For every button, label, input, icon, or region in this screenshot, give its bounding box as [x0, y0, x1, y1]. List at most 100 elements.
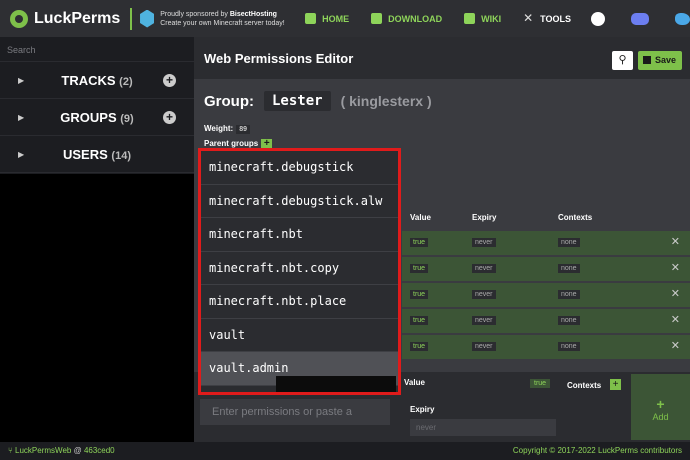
- group-display-name: ( kinglesterx ): [340, 93, 432, 109]
- save-button[interactable]: Save: [638, 51, 682, 70]
- footer: ⑂ LuckPermsWeb @ 463ced0 Copyright © 201…: [0, 442, 690, 460]
- footer-version[interactable]: ⑂ LuckPermsWeb @ 463ced0: [8, 446, 115, 455]
- add-button[interactable]: + Add: [631, 374, 690, 440]
- dropdown-item[interactable]: minecraft.debugstick.alw: [201, 185, 398, 218]
- nav-download-label: DOWNLOAD: [388, 13, 443, 24]
- groups-count: (9): [120, 112, 134, 125]
- add-label: Add: [652, 412, 669, 422]
- value-toggle[interactable]: true: [530, 379, 551, 388]
- sponsor-tagline: Create your own Minecraft server today!: [160, 19, 285, 27]
- expiry-pill[interactable]: never: [472, 238, 496, 247]
- groups-label: GROUPS: [60, 109, 117, 125]
- nav-wiki-label: WIKI: [481, 13, 502, 24]
- delete-row-icon[interactable]: ✕: [671, 339, 680, 352]
- save-icon: [643, 56, 651, 64]
- branch-icon: ⑂: [8, 446, 16, 455]
- dropdown-item[interactable]: minecraft.nbt.copy: [201, 252, 398, 285]
- search-icon: ⚲: [618, 54, 627, 66]
- dropdown-item[interactable]: vault: [201, 319, 398, 352]
- brand[interactable]: LuckPerms: [10, 9, 121, 28]
- sidebar-item-users[interactable]: ▶ USERS (14): [0, 136, 194, 173]
- group-label: Group:: [204, 92, 254, 110]
- add-group-plus-icon[interactable]: +: [163, 110, 176, 124]
- value-pill[interactable]: true: [410, 316, 429, 325]
- column-contexts[interactable]: Contexts: [558, 213, 592, 222]
- editor-title: Web Permissions Editor: [204, 51, 354, 66]
- expiry-pill[interactable]: never: [472, 264, 496, 273]
- expiry-pill[interactable]: never: [472, 316, 496, 325]
- nav-wiki[interactable]: WIKI: [464, 13, 501, 24]
- parent-groups-label: Parent groups: [204, 139, 259, 148]
- delete-row-icon[interactable]: ✕: [671, 261, 680, 274]
- column-expiry[interactable]: Expiry: [472, 213, 496, 222]
- contexts-pill[interactable]: none: [558, 316, 580, 325]
- footer-app: LuckPermsWeb: [15, 446, 72, 455]
- download-icon: [371, 13, 383, 24]
- contexts-pill[interactable]: none: [558, 290, 580, 299]
- brand-name: LuckPerms: [34, 9, 121, 27]
- footer-copyright[interactable]: Copyright © 2017-2022 LuckPerms contribu…: [513, 446, 682, 455]
- group-heading: Group: Lester ( kinglesterx ): [204, 91, 432, 111]
- weight-label: Weight:: [204, 124, 234, 133]
- table-row[interactable]: true never none ✕: [402, 283, 690, 307]
- sidebar-search-input[interactable]: Search: [0, 37, 194, 62]
- permission-input[interactable]: Enter permissions or paste a: [200, 399, 390, 425]
- contexts-pill[interactable]: none: [558, 264, 580, 273]
- sponsor-text[interactable]: Proudly sponsored by BisectHosting Creat…: [160, 10, 293, 28]
- table-row[interactable]: true never none ✕: [402, 335, 690, 359]
- dropdown-item[interactable]: minecraft.nbt.place: [201, 285, 398, 319]
- dropdown-scrollbar[interactable]: [276, 376, 396, 392]
- dropdown-item[interactable]: minecraft.debugstick: [201, 151, 398, 185]
- value-pill[interactable]: true: [410, 342, 429, 351]
- plus-icon: +: [656, 396, 665, 412]
- expiry-pill[interactable]: never: [472, 342, 496, 351]
- add-context-button[interactable]: +: [610, 379, 621, 390]
- nav-home[interactable]: HOME: [305, 13, 349, 24]
- nav-download[interactable]: DOWNLOAD: [371, 13, 442, 24]
- nav-tools[interactable]: ✕ TOOLS: [523, 11, 571, 25]
- nav-links: HOME DOWNLOAD WIKI ✕ TOOLS: [305, 11, 690, 26]
- delete-row-icon[interactable]: ✕: [671, 287, 680, 300]
- expiry-pill[interactable]: never: [472, 290, 496, 299]
- sidebar-item-groups[interactable]: ▶ GROUPS (9) +: [0, 99, 194, 136]
- brand-divider: [130, 7, 133, 30]
- weight-value[interactable]: 89: [236, 125, 250, 134]
- users-count: (14): [111, 149, 131, 162]
- tools-icon: ✕: [523, 11, 534, 25]
- column-value[interactable]: Value: [410, 213, 431, 222]
- contexts-pill[interactable]: none: [558, 238, 580, 247]
- expiry-input[interactable]: never: [410, 419, 556, 436]
- editor-header: Web Permissions Editor ⚲ Save: [194, 37, 690, 79]
- tracks-count: (2): [119, 75, 133, 88]
- dropdown-item[interactable]: minecraft.nbt: [201, 218, 398, 252]
- top-navbar: LuckPerms Proudly sponsored by BisectHos…: [0, 0, 690, 37]
- delete-row-icon[interactable]: ✕: [671, 313, 680, 326]
- bisecthosting-logo-icon[interactable]: [140, 9, 155, 28]
- table-row[interactable]: true never none ✕: [402, 257, 690, 281]
- table-row[interactable]: true never none ✕: [402, 231, 690, 255]
- sidebar-item-tracks[interactable]: ▶ TRACKS (2) +: [0, 62, 194, 99]
- search-button[interactable]: ⚲: [612, 51, 633, 70]
- discord-icon[interactable]: [631, 12, 649, 25]
- weight-field: Weight: 89: [204, 124, 250, 134]
- autocomplete-dropdown: minecraft.debugstick minecraft.debugstic…: [198, 148, 401, 395]
- footer-commit: 463ced0: [83, 446, 115, 455]
- value-pill[interactable]: true: [410, 264, 429, 273]
- add-track-plus-icon[interactable]: +: [163, 73, 176, 87]
- delete-row-icon[interactable]: ✕: [671, 235, 680, 248]
- nav-tools-label: TOOLS: [540, 13, 571, 24]
- value-pill[interactable]: true: [410, 238, 429, 247]
- table-row[interactable]: true never none ✕: [402, 309, 690, 333]
- group-name: Lester: [264, 91, 331, 111]
- book-icon: [464, 13, 476, 24]
- github-icon[interactable]: [591, 11, 605, 26]
- luckperms-logo-icon: [10, 9, 28, 28]
- sidebar-item-label: USERS (14): [0, 147, 194, 162]
- twitter-icon[interactable]: [675, 12, 690, 25]
- save-label: Save: [655, 55, 677, 65]
- nav-home-label: HOME: [322, 13, 350, 24]
- contexts-pill[interactable]: none: [558, 342, 580, 351]
- expiry-label: Expiry: [410, 405, 435, 414]
- value-pill[interactable]: true: [410, 290, 429, 299]
- users-label: USERS: [63, 146, 108, 162]
